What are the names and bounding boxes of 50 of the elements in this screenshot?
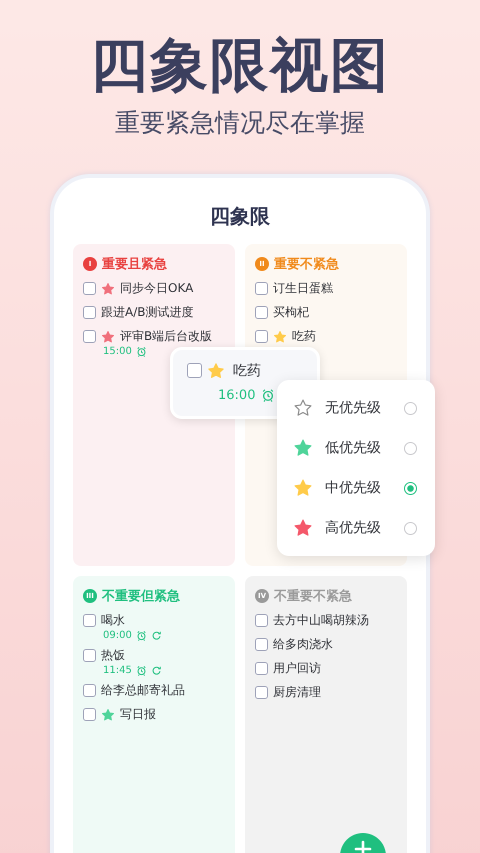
radio-button[interactable]: [404, 442, 417, 454]
task-text: 跟进A/B测试进度: [101, 304, 194, 321]
priority-option[interactable]: 高优先级: [325, 519, 381, 537]
priority-option[interactable]: 中优先级: [325, 479, 381, 497]
checkbox[interactable]: [255, 686, 268, 699]
checkbox[interactable]: [255, 614, 268, 627]
task-time: 15:00: [103, 346, 132, 356]
checkbox[interactable]: [83, 708, 96, 721]
headline: 四象限视图: [90, 30, 390, 100]
task-time: 16:00: [218, 388, 256, 402]
checkbox[interactable]: [187, 363, 202, 378]
checkbox[interactable]: [255, 282, 268, 295]
checkbox[interactable]: [83, 330, 96, 343]
subtitle: 重要紧急情况尽在掌握: [115, 107, 365, 139]
task-time: 11:45: [103, 664, 132, 676]
task-time: 09:00: [103, 630, 132, 640]
checkbox[interactable]: [255, 662, 268, 675]
task-text: 买枸杞: [273, 304, 309, 321]
checkbox[interactable]: [83, 684, 96, 697]
radio-button[interactable]: [404, 402, 417, 414]
priority-option[interactable]: 低优先级: [325, 439, 381, 457]
checkbox[interactable]: [83, 282, 96, 295]
task-text: 吃药: [233, 362, 261, 380]
task-text: 去方中山喝胡辣汤: [273, 612, 369, 629]
checkbox[interactable]: [83, 649, 96, 662]
task-text: 订生日蛋糕: [273, 280, 333, 297]
checkbox[interactable]: [83, 306, 96, 319]
task-text: 同步今日OKA: [120, 280, 194, 297]
screen-title: 四象限: [210, 203, 270, 230]
checkbox[interactable]: [255, 306, 268, 319]
task-text: 评审B端后台改版: [120, 328, 212, 345]
task-text: 吃药: [292, 328, 316, 345]
task-text: 用户回访: [273, 660, 321, 677]
task-text: 热饭: [101, 647, 125, 664]
task-text: 厨房清理: [273, 684, 321, 701]
quadrant-title: 重要且紧急: [102, 256, 167, 273]
task-text: 写日报: [120, 706, 156, 723]
quadrant-title: 重要不紧急: [274, 256, 339, 273]
task-text: 喝水: [101, 612, 125, 629]
quadrant-title: 不重要但紧急: [102, 588, 180, 605]
radio-button[interactable]: [404, 482, 417, 494]
radio-button[interactable]: [404, 522, 417, 534]
quadrant-title: 不重要不紧急: [274, 588, 352, 605]
plus-icon: [353, 839, 373, 853]
checkbox[interactable]: [255, 330, 268, 343]
priority-option[interactable]: 无优先级: [325, 399, 381, 417]
task-text: 给多肉浇水: [273, 636, 333, 653]
checkbox[interactable]: [255, 638, 268, 651]
checkbox[interactable]: [83, 614, 96, 627]
task-text: 给李总邮寄礼品: [101, 682, 185, 699]
